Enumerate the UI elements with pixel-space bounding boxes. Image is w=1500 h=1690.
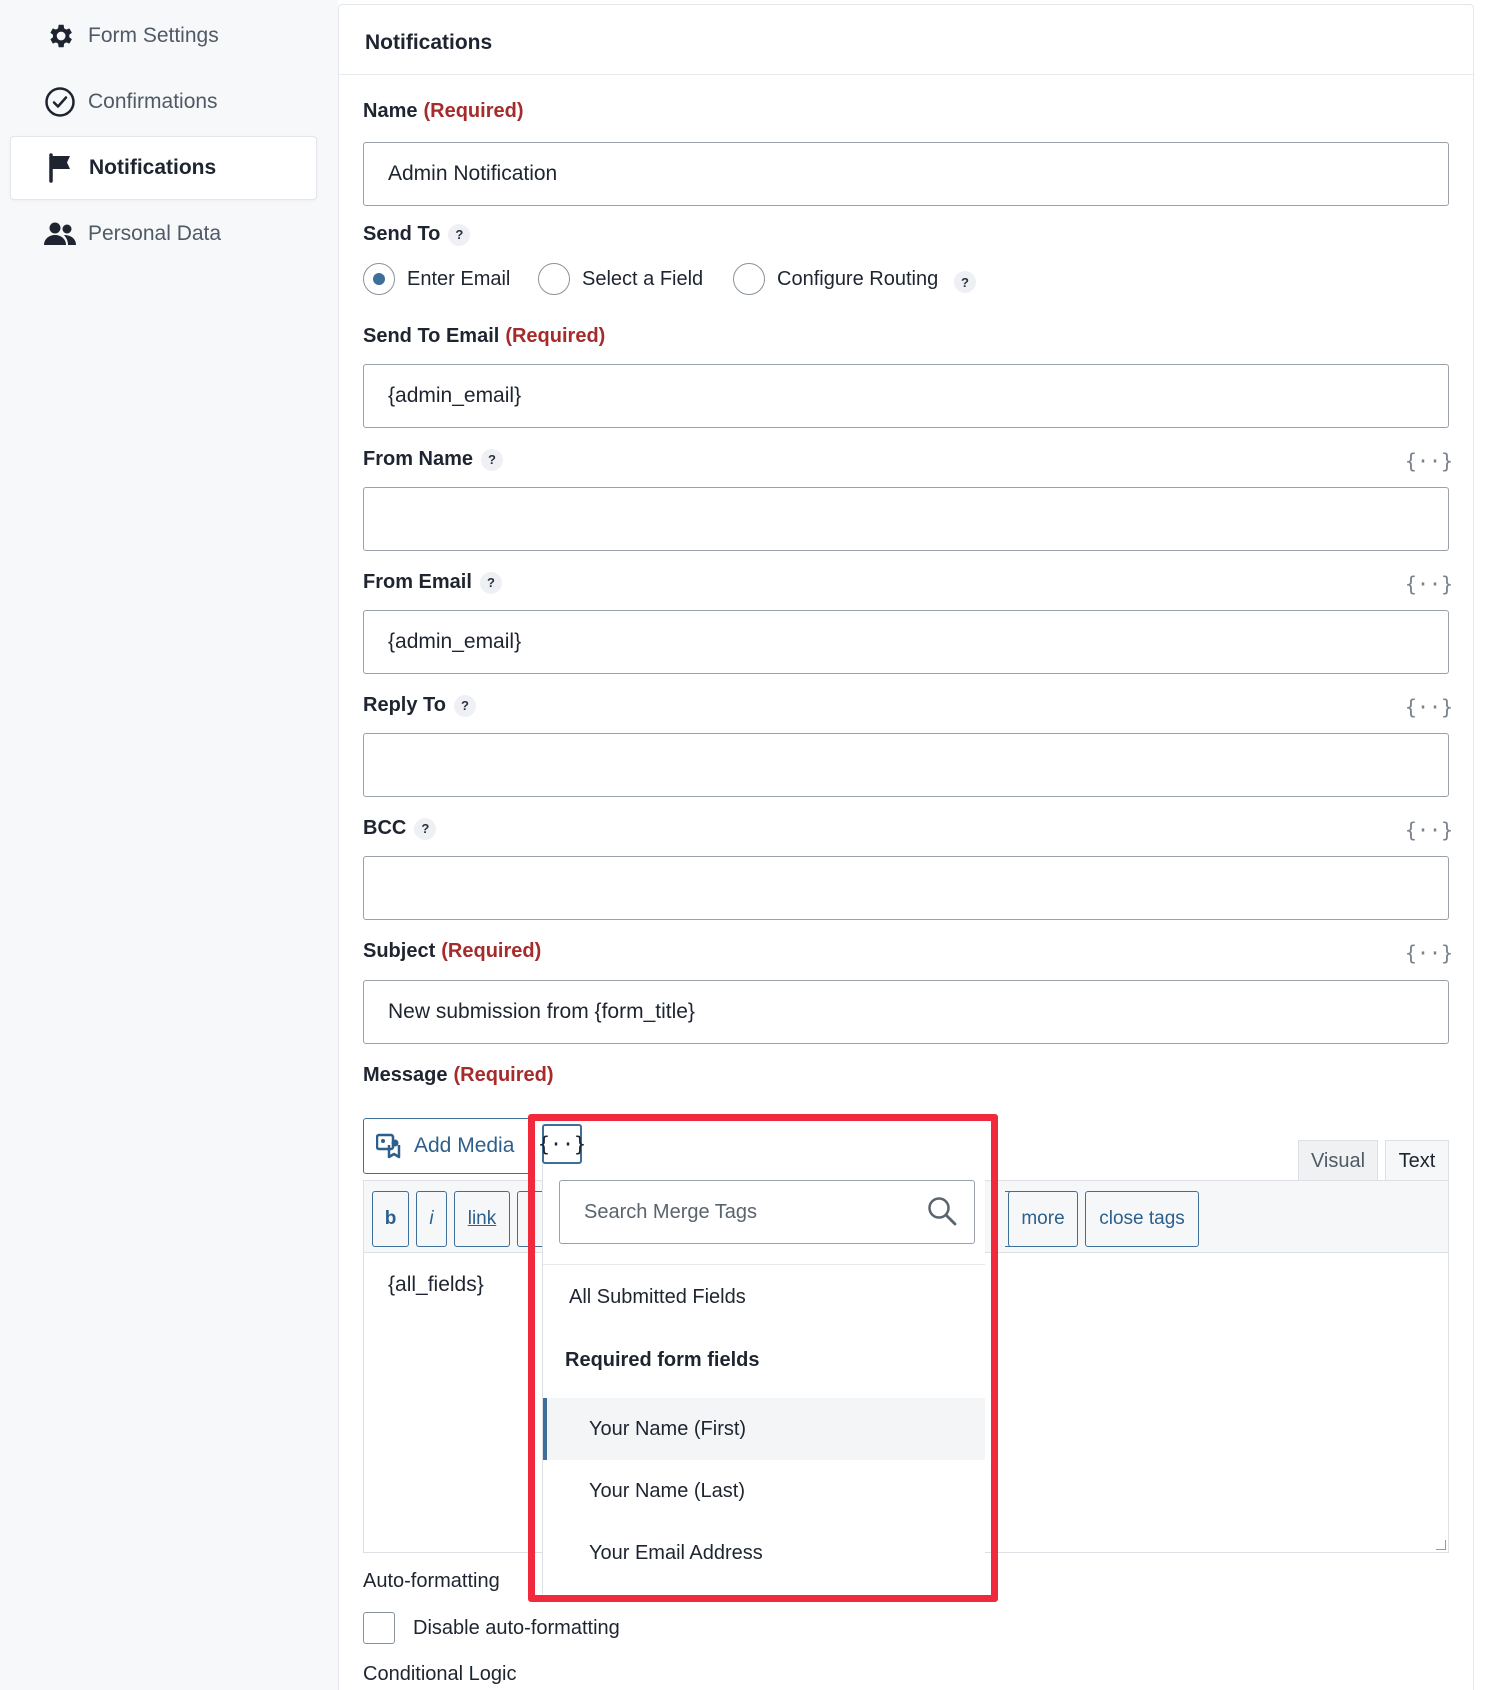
radio-label-enter-email: Enter Email <box>407 268 511 290</box>
add-media-label: Add Media <box>414 1134 515 1157</box>
help-icon[interactable]: ? <box>453 694 476 717</box>
merge-tag-icon[interactable]: {··} <box>1405 692 1453 722</box>
auto-formatting-label: Auto-formatting <box>363 1570 500 1593</box>
reply-to-input[interactable] <box>363 733 1449 797</box>
gear-icon <box>35 11 85 61</box>
send-to-email-label-text: Send To Email <box>363 325 500 347</box>
name-input-value: Admin Notification <box>388 162 558 185</box>
auto-formatting-label-text: Auto-formatting <box>363 1570 500 1592</box>
merge-tag-your-email-address[interactable]: Your Email Address <box>543 1522 985 1584</box>
tab-visual[interactable]: Visual <box>1298 1140 1378 1182</box>
disable-auto-formatting-checkbox[interactable] <box>363 1612 395 1644</box>
sidebar-item-label: Personal Data <box>88 222 222 245</box>
check-circle-icon <box>35 77 85 127</box>
merge-tag-icon[interactable]: {··} <box>1405 569 1453 599</box>
radio-enter-email[interactable] <box>363 263 395 295</box>
name-label: Name (Required) <box>363 100 523 123</box>
sidebar-item-notifications[interactable]: Notifications <box>10 136 317 200</box>
required-indicator: (Required) <box>453 1064 554 1086</box>
flag-icon <box>36 143 86 193</box>
search-placeholder: Search Merge Tags <box>584 1200 758 1223</box>
close-tags-button[interactable]: close tags <box>1085 1191 1199 1247</box>
more-button[interactable]: more <box>1008 1191 1078 1247</box>
message-label: Message (Required) <box>363 1064 554 1087</box>
merge-tag-all-submitted-fields[interactable]: All Submitted Fields <box>543 1266 985 1328</box>
subject-value: New submission from {form_title} <box>388 1000 695 1023</box>
merge-tags-dropdown: Search Merge Tags All Submitted Fields R… <box>542 1164 985 1594</box>
conditional-logic-label: Conditional Logic <box>363 1663 516 1686</box>
bcc-input[interactable] <box>363 856 1449 920</box>
name-label-text: Name <box>363 100 418 122</box>
help-icon[interactable]: ? <box>481 448 504 471</box>
subject-label-text: Subject <box>363 940 436 962</box>
merge-tag-your-name-first[interactable]: Your Name (First) <box>543 1398 985 1460</box>
help-icon[interactable]: ? <box>954 271 976 293</box>
merge-tag-button[interactable]: {··} <box>538 1124 586 1164</box>
from-name-input[interactable] <box>363 487 1449 551</box>
sidebar-item-label: Confirmations <box>88 90 218 113</box>
sidebar-item-personal-data[interactable]: Personal Data <box>10 202 317 266</box>
required-indicator: (Required) <box>441 940 542 962</box>
from-name-label-text: From Name <box>363 448 474 470</box>
panel-title: Notifications <box>365 31 493 54</box>
subject-input[interactable]: New submission from {form_title} <box>363 980 1449 1044</box>
dropdown-item-label: Your Name (Last) <box>589 1479 745 1502</box>
dropdown-item-label: Your Email Address <box>589 1541 763 1564</box>
send-to-email-label: Send To Email (Required) <box>363 325 605 348</box>
help-icon[interactable]: ? <box>414 817 437 840</box>
reply-to-label-text: Reply To <box>363 694 446 716</box>
send-to-email-value: {admin_email} <box>388 384 522 407</box>
from-email-label: From Email ? <box>363 571 502 594</box>
disable-auto-formatting-label: Disable auto-formatting <box>413 1617 620 1639</box>
dropdown-item-label: Your Name (First) <box>589 1417 747 1440</box>
dropdown-group-label: Required form fields <box>565 1348 760 1371</box>
radio-configure-routing[interactable] <box>733 263 765 295</box>
from-name-label: From Name ? <box>363 448 504 471</box>
reply-to-label: Reply To ? <box>363 694 476 717</box>
sidebar-item-form-settings[interactable]: Form Settings <box>10 4 317 68</box>
required-indicator: (Required) <box>423 100 524 122</box>
name-input[interactable]: Admin Notification <box>363 142 1449 206</box>
dropdown-divider <box>543 1264 985 1265</box>
dropdown-item-label: All Submitted Fields <box>569 1285 746 1308</box>
send-to-label-text: Send To <box>363 223 441 245</box>
resize-handle[interactable] <box>1436 1540 1446 1550</box>
bcc-label: BCC ? <box>363 817 437 840</box>
bcc-label-text: BCC <box>363 817 407 839</box>
sidebar-item-label: Form Settings <box>88 24 219 47</box>
required-indicator: (Required) <box>505 325 606 347</box>
bold-button[interactable]: b <box>372 1191 409 1247</box>
conditional-logic-label-text: Conditional Logic <box>363 1663 517 1685</box>
sidebar-item-label: Notifications <box>89 156 217 179</box>
subject-label: Subject (Required) <box>363 940 541 963</box>
italic-button[interactable]: i <box>416 1191 447 1247</box>
panel-header: Notifications <box>339 5 1473 75</box>
from-email-input[interactable]: {admin_email} <box>363 610 1449 674</box>
from-email-label-text: From Email <box>363 571 472 593</box>
help-icon[interactable]: ? <box>448 223 471 246</box>
merge-tag-search-input[interactable]: Search Merge Tags <box>559 1180 975 1244</box>
tab-text[interactable]: Text <box>1385 1140 1449 1182</box>
sidebar-item-confirmations[interactable]: Confirmations <box>10 70 317 134</box>
message-label-text: Message <box>363 1064 448 1086</box>
merge-tag-icon[interactable]: {··} <box>1405 938 1453 968</box>
search-icon <box>926 1195 960 1229</box>
merge-tag-icon[interactable]: {··} <box>1405 815 1453 845</box>
send-to-label: Send To ? <box>363 223 471 246</box>
users-icon <box>35 209 85 259</box>
add-media-button[interactable]: Add Media <box>363 1118 535 1174</box>
radio-select-field[interactable] <box>538 263 570 295</box>
merge-tag-group-required: Required form fields <box>543 1329 985 1391</box>
add-media-icon <box>376 1133 404 1159</box>
send-to-email-input[interactable]: {admin_email} <box>363 364 1449 428</box>
radio-label-configure-routing: Configure Routing <box>777 268 939 290</box>
from-email-value: {admin_email} <box>388 630 522 653</box>
link-button[interactable]: link <box>454 1191 510 1247</box>
help-icon[interactable]: ? <box>479 571 502 594</box>
merge-tag-your-name-last[interactable]: Your Name (Last) <box>543 1460 985 1522</box>
merge-tag-icon[interactable]: {··} <box>1405 446 1453 476</box>
radio-label-select-field: Select a Field <box>582 268 704 290</box>
message-content: {all_fields} <box>388 1273 484 1296</box>
